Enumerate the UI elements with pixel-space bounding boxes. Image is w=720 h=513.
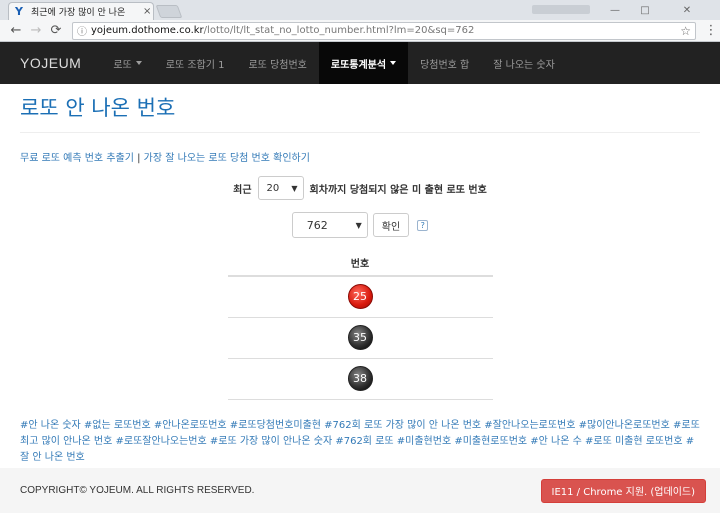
reload-icon[interactable]: ⟳ bbox=[46, 23, 66, 38]
profile-label bbox=[532, 5, 590, 14]
browser-menu-icon[interactable]: ⋮ bbox=[702, 23, 720, 38]
nav-item-winning-numbers[interactable]: 로또 당첨번호 bbox=[236, 42, 318, 84]
site-favicon-icon: Y bbox=[15, 5, 23, 18]
browser-tab-bar: Y 최근에 가장 많이 안 나온 × — □ ✕ bbox=[0, 0, 720, 20]
url-input[interactable]: ⓘ yojeum.dothome.co.kr/lotto/lt/lt_stat_… bbox=[72, 21, 696, 40]
nav-item-label: 로또 조합기 1 bbox=[165, 59, 225, 71]
round-select[interactable]: 762 ▼ bbox=[291, 212, 368, 238]
filter-prefix: 최근 bbox=[233, 184, 252, 196]
url-path: /lotto/lt/lt_stat_no_lotto_number.html?l… bbox=[203, 25, 475, 36]
nav-item-label: 로또 당첨번호 bbox=[248, 59, 307, 71]
table-row: 35 bbox=[227, 317, 493, 359]
nav-item-label: 당첨번호 합 bbox=[420, 59, 470, 71]
prediction-link[interactable]: 무료 로또 예측 번호 추출기 bbox=[20, 153, 134, 164]
link-separator: | bbox=[133, 153, 144, 164]
back-icon[interactable]: ← bbox=[6, 23, 26, 38]
recent-count-value: 20 bbox=[266, 182, 280, 194]
confirm-button[interactable]: 확인 bbox=[372, 213, 410, 237]
window-minimize-icon[interactable]: — bbox=[600, 2, 630, 18]
footer: COPYRIGHT© YOJEUM. ALL RIGHTS RESERVED. … bbox=[0, 468, 720, 513]
bookmark-star-icon[interactable]: ☆ bbox=[680, 24, 691, 38]
window-maximize-icon[interactable]: □ bbox=[630, 2, 660, 18]
table-row: 38 bbox=[227, 358, 493, 400]
frequent-numbers-link[interactable]: 가장 잘 나오는 로또 당첨 번호 확인하기 bbox=[144, 153, 310, 164]
lotto-ball: 38 bbox=[347, 366, 373, 391]
caret-down-icon bbox=[135, 61, 142, 65]
lotto-ball: 35 bbox=[347, 325, 373, 350]
url-domain: yojeum.dothome.co.kr bbox=[91, 25, 204, 36]
browser-tab[interactable]: Y 최근에 가장 많이 안 나온 × bbox=[8, 2, 154, 20]
window-close-icon[interactable]: ✕ bbox=[662, 2, 712, 18]
new-tab-button[interactable] bbox=[155, 5, 183, 18]
caret-down-icon bbox=[390, 61, 397, 65]
table-row: 25 bbox=[227, 276, 493, 318]
tab-title: 최근에 가장 많이 안 나온 bbox=[31, 8, 126, 18]
page-title: 로또 안 나온 번호 bbox=[20, 84, 700, 133]
round-row: 762 ▼ 확인 ? bbox=[20, 212, 700, 238]
page-info-icon[interactable]: ⓘ bbox=[77, 23, 87, 38]
tab-close-icon[interactable]: × bbox=[143, 6, 151, 17]
nav-item-label: 잘 나오는 숫자 bbox=[493, 59, 555, 71]
help-icon[interactable]: ? bbox=[417, 219, 429, 231]
select-arrow-icon: ▼ bbox=[291, 183, 298, 193]
nav-item-sum[interactable]: 당첨번호 합 bbox=[408, 42, 481, 84]
lotto-ball: 25 bbox=[347, 284, 373, 310]
copyright-text: COPYRIGHT© YOJEUM. ALL RIGHTS RESERVED. bbox=[20, 485, 255, 496]
address-bar: ← → ⟳ ⓘ yojeum.dothome.co.kr/lotto/lt/lt… bbox=[0, 20, 720, 42]
main-content: 로또 안 나온 번호 무료 로또 예측 번호 추출기 | 가장 잘 나오는 로또… bbox=[0, 84, 720, 466]
link-row: 무료 로또 예측 번호 추출기 | 가장 잘 나오는 로또 당첨 번호 확인하기 bbox=[20, 149, 700, 164]
table-header: 번호 bbox=[227, 250, 493, 277]
brand-logo[interactable]: YOJEUM bbox=[0, 55, 101, 71]
site-navbar: YOJEUM 로또 로또 조합기 1 로또 당첨번호 로또통계분석 당첨번호 합… bbox=[0, 42, 720, 84]
recent-count-select[interactable]: 20 ▼ bbox=[257, 176, 304, 200]
nav-item-frequent[interactable]: 잘 나오는 숫자 bbox=[481, 42, 567, 84]
nav-item-label: 로또통계분석 bbox=[330, 59, 387, 71]
forward-icon[interactable]: → bbox=[26, 23, 46, 38]
nav-item-lotto[interactable]: 로또 bbox=[101, 42, 153, 84]
update-button[interactable]: IE11 / Chrome 지원. (업데이드) bbox=[540, 478, 706, 503]
nav-item-statistics[interactable]: 로또통계분석 bbox=[318, 42, 409, 84]
filter-row: 최근 20 ▼ 회차까지 당첨되지 않은 미 출현 로또 번호 bbox=[20, 176, 700, 200]
round-value: 762 bbox=[306, 218, 328, 232]
nav-item-label: 로또 bbox=[113, 59, 132, 71]
numbers-table: 번호 25 35 38 bbox=[227, 250, 493, 400]
hashtag-list: #안 나온 숫자 #없는 로또번호 #안나온로또번호 #로또당첨번호미출현 #7… bbox=[20, 419, 700, 463]
nav-item-combiner[interactable]: 로또 조합기 1 bbox=[154, 42, 237, 84]
select-arrow-icon: ▼ bbox=[355, 220, 362, 230]
filter-suffix: 회차까지 당첨되지 않은 미 출현 로또 번호 bbox=[309, 184, 487, 196]
